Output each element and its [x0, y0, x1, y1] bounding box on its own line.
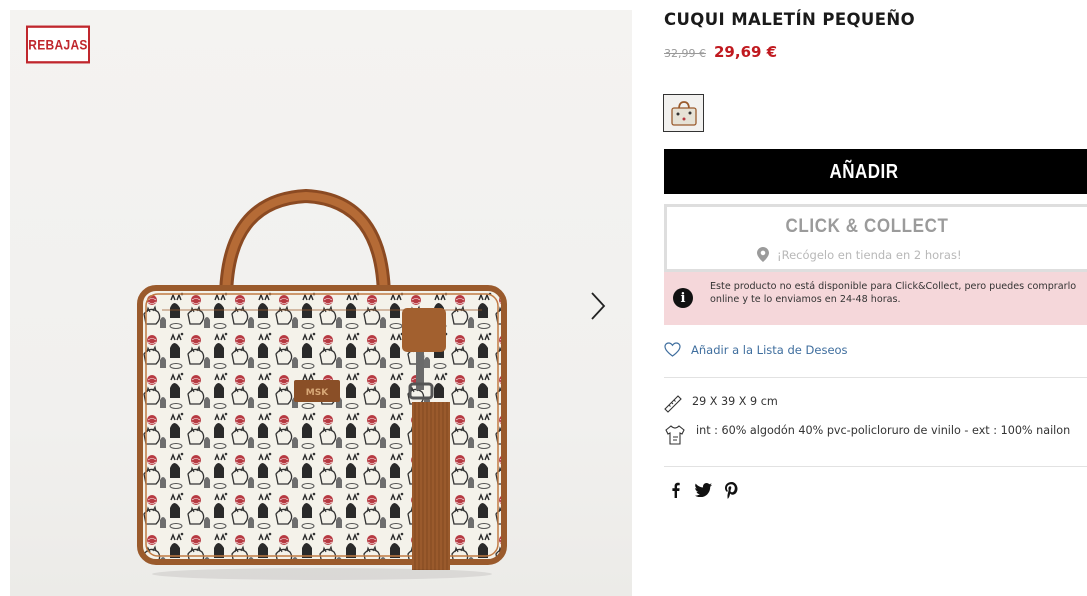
sale-badge: REBAJAS — [26, 25, 90, 64]
notice-text: Este producto no está disponible para Cl… — [710, 281, 1077, 305]
bag-logo: MSK — [306, 388, 329, 398]
chevron-right-icon — [591, 292, 606, 320]
info-icon: i — [673, 288, 693, 308]
heart-icon — [664, 342, 681, 357]
fabric-icon — [665, 425, 685, 445]
bag-thumbnail-image — [670, 101, 697, 126]
map-pin-icon — [757, 247, 769, 262]
divider — [664, 377, 1087, 378]
facebook-icon — [671, 482, 680, 498]
add-to-cart-button[interactable]: AÑADIR — [664, 149, 1087, 194]
product-image-gallery: REBAJAS MSK — [10, 10, 632, 596]
twitter-icon — [694, 483, 712, 497]
twitter-share[interactable] — [694, 480, 712, 500]
divider — [664, 466, 1087, 467]
add-to-cart-label: AÑADIR — [829, 159, 899, 183]
availability-notice: i Este producto no está disponible para … — [664, 272, 1087, 325]
wishlist-link[interactable]: Añadir a la Lista de Deseos — [664, 342, 848, 357]
social-share — [666, 480, 740, 500]
click-collect-button[interactable]: CLICK & COLLECT ¡Recógelo en tienda en 2… — [664, 204, 1087, 272]
spec-dimensions: 29 X 39 X 9 cm — [664, 395, 778, 413]
price-row: 32,99 € 29,69 € — [664, 43, 777, 61]
product-thumbnail[interactable] — [663, 94, 704, 132]
sale-price: 29,69 € — [714, 43, 778, 61]
pinterest-share[interactable] — [722, 480, 740, 500]
gallery-next-button[interactable] — [584, 286, 612, 326]
pinterest-icon — [724, 481, 737, 499]
click-collect-subtitle: ¡Recógelo en tienda en 2 horas! — [777, 247, 962, 262]
composition-text: int : 60% algodón 40% pvc-policloruro de… — [696, 424, 1071, 437]
click-collect-title: CLICK & COLLECT — [785, 214, 949, 237]
dimensions-text: 29 X 39 X 9 cm — [692, 395, 778, 408]
product-title: CUQUI MALETÍN PEQUEÑO — [664, 10, 916, 29]
ruler-icon — [664, 395, 682, 413]
product-image: MSK — [137, 188, 507, 580]
spec-composition: int : 60% algodón 40% pvc-policloruro de… — [664, 424, 1084, 446]
click-collect-subtitle-row: ¡Recógelo en tienda en 2 horas! — [757, 247, 962, 262]
old-price: 32,99 € — [664, 47, 706, 60]
wishlist-label: Añadir a la Lista de Deseos — [691, 342, 848, 357]
facebook-share[interactable] — [666, 480, 684, 500]
